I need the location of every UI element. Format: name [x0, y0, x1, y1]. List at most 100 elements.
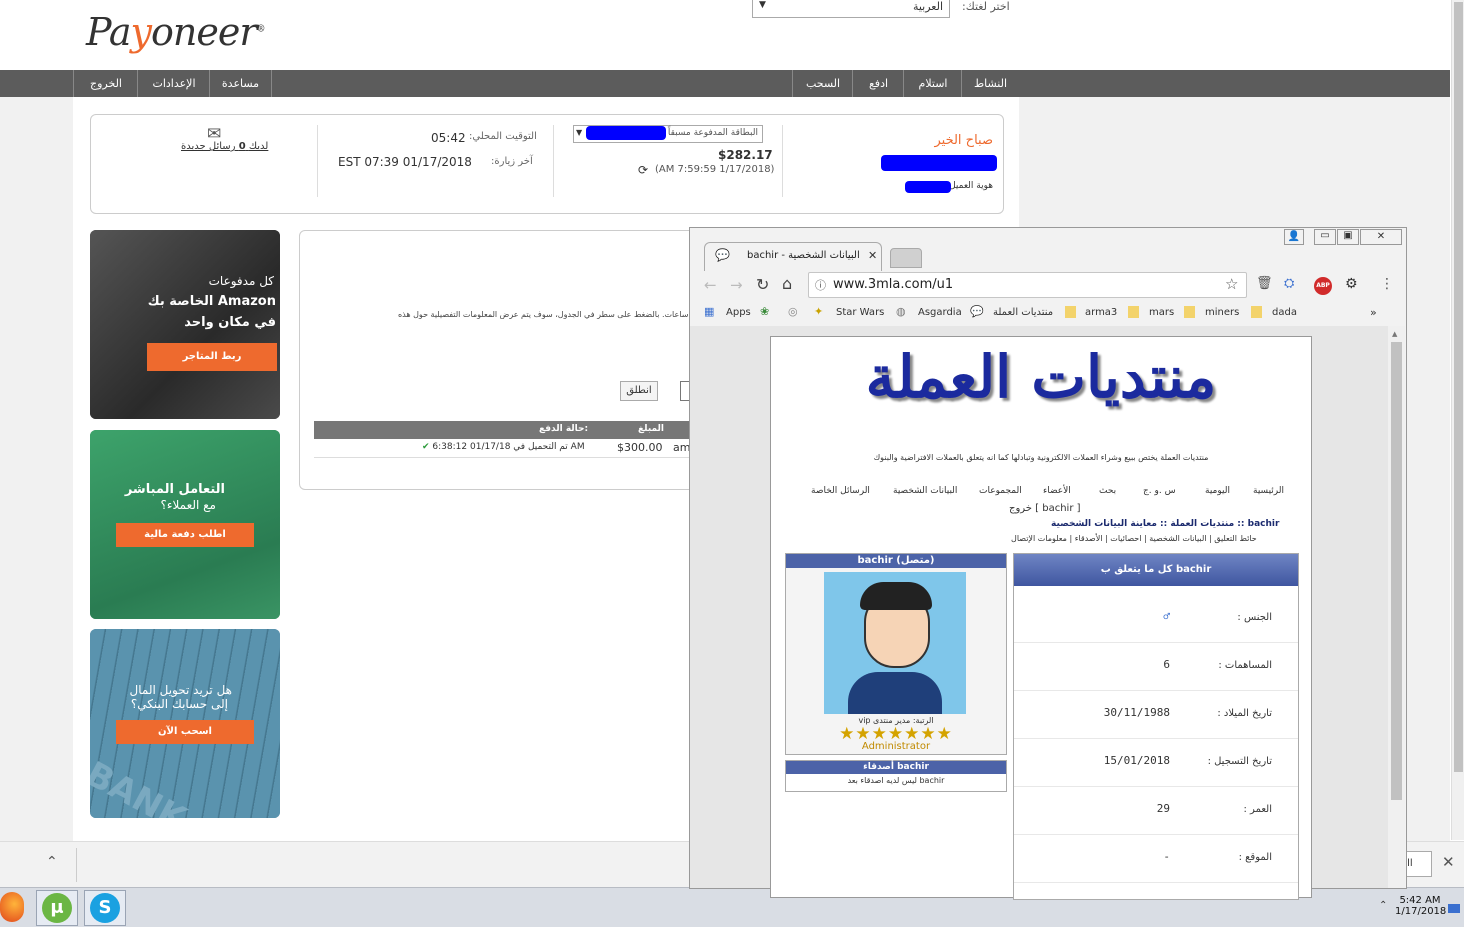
new-tab-button[interactable] [890, 248, 922, 268]
firefox-icon[interactable] [0, 892, 24, 922]
promo-card-amazon[interactable]: كل مدفوعات Amazon الخاصة بك في مكان واحد… [90, 230, 280, 419]
chrome-scrollbar[interactable]: ▲ [1388, 326, 1405, 888]
go-button[interactable]: انطلق [620, 381, 658, 401]
payoneer-logo[interactable]: Payoneer® [86, 10, 266, 54]
table-row[interactable]: ✔ تم التحميل في 01/17/18 6:38:12 AM $300… [314, 439, 694, 458]
language-label: اختر لغتك: [962, 0, 1010, 13]
maximize-icon[interactable]: ▣ [1337, 229, 1359, 245]
bookmark-miners[interactable]: miners [1205, 307, 1239, 318]
chat-bubble-icon: 💬 [715, 248, 730, 262]
nav-home[interactable]: الرئيسية [1253, 486, 1284, 496]
skype-icon: S [90, 893, 120, 923]
bookmarks-bar: ▦ Apps ❀ ◎ ✦ Star Wars ◍ Asgardia 💬 منتد… [690, 302, 1406, 324]
minimize-icon[interactable]: ▭ [1314, 229, 1336, 245]
nav-withdraw[interactable]: السحب [792, 70, 853, 97]
gear-extension-icon[interactable]: ⚙ [1345, 276, 1358, 292]
scrollbar-thumb[interactable] [1391, 342, 1402, 800]
card-select-label: البطاقة المدفوعة مسبقاً [667, 128, 758, 138]
close-icon[interactable]: ✕ [1442, 853, 1455, 871]
card-line: مع العملاء؟ [160, 498, 216, 512]
back-icon[interactable]: ← [704, 276, 717, 294]
redacted-name [881, 155, 997, 171]
folder-icon [1251, 306, 1262, 318]
forum-subtitle: منتديات العملة يختص ببيع وشراء العملات ا… [873, 453, 1209, 462]
language-select[interactable]: العربية ▼ [752, 0, 950, 18]
adblock-icon[interactable]: ABP [1314, 277, 1332, 295]
browser-tab[interactable]: 💬 bachir - البيانات الشخصية ✕ [704, 242, 882, 271]
refresh-icon[interactable]: ⟳ [638, 163, 648, 177]
nav-groups[interactable]: المجموعات [979, 486, 1022, 496]
translate-extension-icon[interactable]: ⛭ [1284, 276, 1294, 291]
last-visit-label: آخر زيارة: [491, 156, 533, 167]
trash-extension-icon[interactable]: 🗑 [1256, 276, 1273, 291]
table-header: حالة الدفع: المبلغ [314, 421, 694, 439]
nav-help[interactable]: مساعدة [209, 70, 272, 97]
forward-icon[interactable]: → [730, 276, 743, 294]
page-margin-left [0, 97, 73, 842]
field-value: 15/01/2018 [1103, 754, 1170, 767]
promo-card-request-payment[interactable]: التعامل المباشر مع العملاء؟ اطلب دفعة ما… [90, 430, 280, 619]
forum-title: منتديات العملة [865, 343, 1217, 411]
forum-page: منتديات العملة منتديات العملة يختص ببيع … [770, 336, 1312, 900]
logout-link[interactable]: خروج [ bachir ] [1009, 503, 1081, 514]
nav-pay[interactable]: ادفع [852, 70, 904, 97]
profile-card: bachir (متصل) الرتبة: مدير منتدى vip ★★★… [785, 553, 1007, 755]
menu-icon[interactable]: ⋮ [1380, 276, 1394, 292]
card-line: إلى حسابك البنكي؟ [130, 697, 228, 711]
field-label: المساهمات : [1218, 660, 1272, 671]
close-tab-icon[interactable]: ✕ [868, 249, 877, 262]
home-icon[interactable]: ⌂ [782, 274, 792, 293]
nav-logout[interactable]: الخروج [73, 70, 138, 97]
nav-settings[interactable]: الإعدادات [137, 70, 210, 97]
bookmark-mars[interactable]: mars [1149, 307, 1174, 318]
tray-chevron-icon[interactable]: ⌃ [1379, 900, 1387, 911]
nav-receive[interactable]: استلام [903, 70, 962, 97]
profile-sublinks[interactable]: حائط التعليق | البيانات الشخصية | احصائي… [1011, 534, 1257, 543]
more-bookmarks-icon[interactable]: » [1370, 306, 1377, 319]
promo-card-withdraw[interactable]: BANK هل تريد تحويل المال إلى حسابك البنك… [90, 629, 280, 818]
taskbar-skype[interactable]: S [84, 890, 126, 926]
bookmark-3mla[interactable]: منتديات العملة [993, 307, 1053, 318]
nav-profile[interactable]: البيانات الشخصية [893, 486, 957, 496]
starwars-icon: ✦ [814, 305, 824, 318]
bookmark-dada[interactable]: dada [1272, 307, 1297, 318]
field-row-location: الموقع : - [1014, 834, 1298, 883]
nav-search[interactable]: بحث [1099, 486, 1116, 496]
balance: $282.17 [718, 148, 773, 162]
chat-bubble-icon: 💬 [970, 305, 984, 318]
page-viewport: منتديات العملة منتديات العملة يختص ببيع … [690, 326, 1388, 900]
scrollbar-thumb[interactable] [1454, 2, 1463, 772]
nav-activity[interactable]: النشاط [961, 70, 1019, 97]
nav-faq[interactable]: س .و .ج [1143, 486, 1176, 496]
chevron-up-icon[interactable]: ⌃ [46, 854, 58, 870]
nav-messages[interactable]: الرسائل الخاصة [811, 486, 870, 496]
payments-description: ت كل ست ساعات. بالضغط على سطر في الجدول،… [397, 310, 728, 319]
details-header: كل ما يتعلق ب bachir [1014, 554, 1298, 586]
folder-icon [1065, 306, 1076, 318]
page-scrollbar[interactable] [1451, 0, 1464, 840]
nav-members[interactable]: الأعضاء [1043, 486, 1071, 496]
clock[interactable]: 5:42 AM 1/17/2018 [1395, 895, 1446, 917]
scroll-up-icon[interactable]: ▲ [1392, 330, 1397, 338]
show-desktop-icon[interactable] [1448, 904, 1460, 913]
bookmark-starwars[interactable]: Star Wars [836, 307, 884, 318]
card-line: هل تريد تحويل المال [129, 683, 232, 697]
taskbar-utorrent[interactable]: μ [36, 890, 78, 926]
withdraw-now-button[interactable]: اسحب الآن [116, 720, 254, 744]
reload-icon[interactable]: ↻ [756, 275, 769, 294]
bookmark-apps[interactable]: Apps [726, 307, 751, 318]
chrome-window: 👤 ▭ ▣ ✕ 💬 bachir - البيانات الشخصية ✕ ← … [689, 227, 1407, 900]
messages-link[interactable]: لديك 0 رسائل جديدة [181, 141, 268, 152]
address-bar[interactable]: ⓘ www.3mla.com/u1 ☆ [808, 272, 1247, 298]
bookmark-arma3[interactable]: arma3 [1085, 307, 1117, 318]
close-window-icon[interactable]: ✕ [1360, 229, 1402, 245]
profile-icon[interactable]: 👤 [1284, 229, 1304, 245]
profile-details: كل ما يتعلق ب bachir الجنس : ♂ المساهمات… [1013, 553, 1299, 900]
star-icon[interactable]: ☆ [1225, 275, 1238, 293]
language-value: العربية [912, 0, 943, 13]
folder-icon [1184, 306, 1195, 318]
connect-stores-button[interactable]: ربط المتاجر [147, 343, 277, 371]
bookmark-asgardia[interactable]: Asgardia [918, 307, 962, 318]
nav-daily[interactable]: اليومية [1205, 486, 1230, 496]
request-payment-button[interactable]: اطلب دفعة مالية [116, 523, 254, 547]
